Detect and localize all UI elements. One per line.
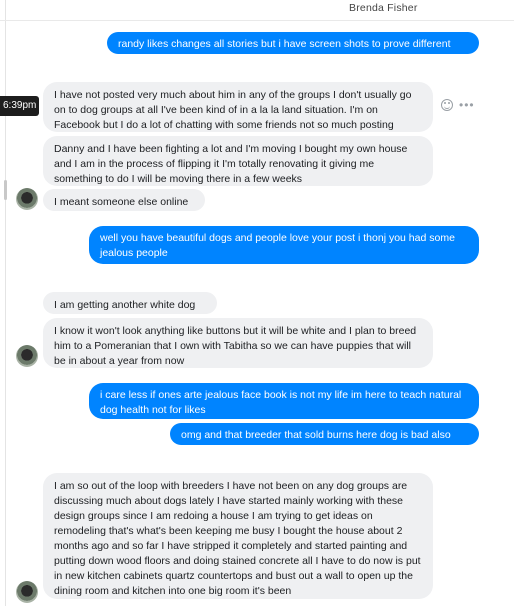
message-bubble-outgoing[interactable]: randy likes changes all stories but i ha… — [107, 32, 479, 54]
message-bubble-outgoing[interactable]: omg and that breeder that sold burns her… — [170, 423, 479, 445]
contact-avatar — [16, 581, 38, 603]
message-bubble-incoming[interactable]: I have not posted very much about him in… — [43, 82, 433, 132]
message-bubble-incoming[interactable]: I am getting another white dog — [43, 292, 217, 314]
contact-name: Brenda Fisher — [349, 2, 418, 14]
react-smile-icon[interactable] — [441, 99, 453, 111]
message-bubble-outgoing[interactable]: i care less if ones arte jealous face bo… — [89, 383, 479, 419]
message-bubble-incoming[interactable]: I meant someone else online — [43, 189, 205, 211]
scrollbar-thumb[interactable] — [4, 180, 7, 200]
message-actions: ••• — [441, 99, 475, 111]
contact-avatar — [16, 188, 38, 210]
message-bubble-incoming[interactable]: Danny and I have been fighting a lot and… — [43, 136, 433, 186]
message-bubble-incoming[interactable]: I am so out of the loop with breeders I … — [43, 473, 433, 599]
header-divider — [0, 20, 514, 21]
message-bubble-incoming[interactable]: I know it won't look anything like butto… — [43, 318, 433, 368]
message-timestamp: 6:39pm — [0, 96, 39, 116]
left-panel-edge — [0, 0, 6, 606]
more-options-icon[interactable]: ••• — [459, 99, 475, 111]
message-bubble-outgoing[interactable]: well you have beautiful dogs and people … — [89, 226, 479, 264]
contact-avatar — [16, 345, 38, 367]
